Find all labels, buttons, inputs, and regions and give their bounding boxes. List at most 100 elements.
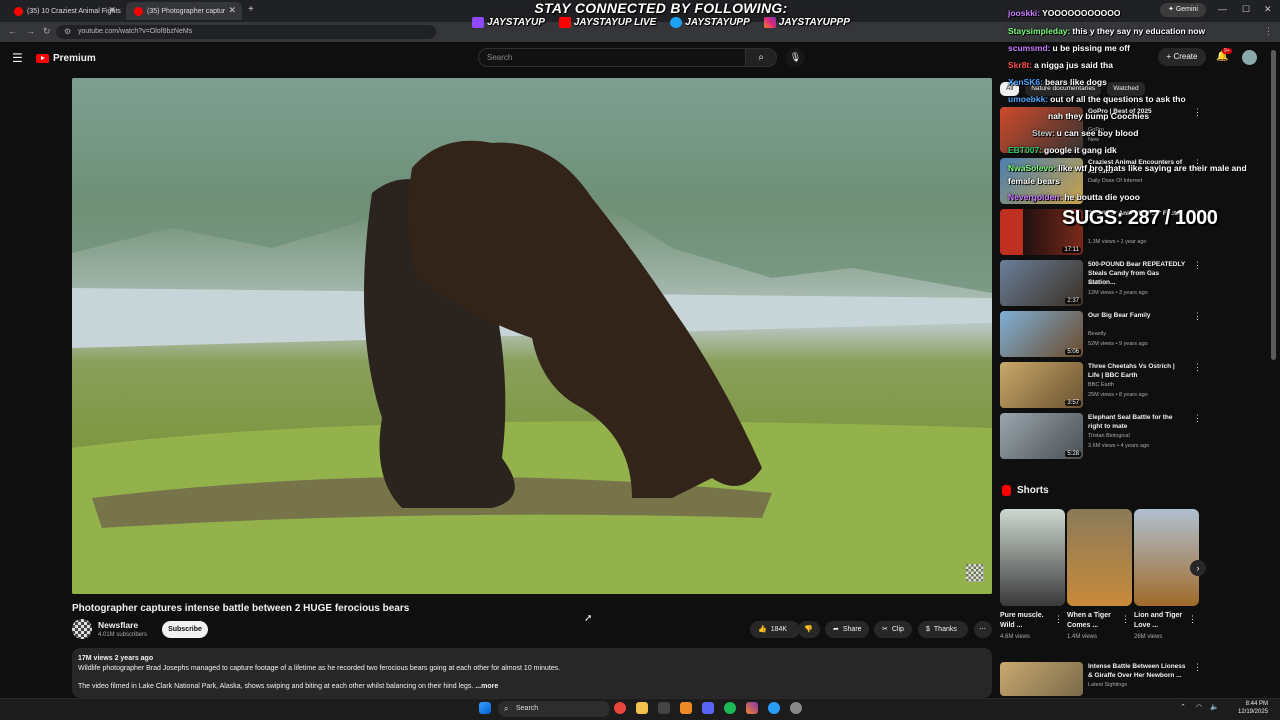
twitter-handle: JAYSTAYUPP	[670, 17, 750, 28]
windows-start-icon[interactable]	[479, 702, 491, 714]
taskbar-search[interactable]: ⌕ Search	[498, 701, 610, 717]
voice-search-button[interactable]: 🎙	[786, 48, 805, 67]
duration-badge: 17:11	[1062, 247, 1081, 253]
url-field[interactable]: ⚙ youtube.com/watch?v=Olof8bzNeMs	[56, 25, 436, 39]
sugs-counter: SUGS: 287 / 1000	[1062, 207, 1218, 229]
channel-name[interactable]: Newsflare	[98, 620, 138, 630]
short-title: When a Tiger Comes ...	[1067, 612, 1111, 629]
video-player[interactable]	[72, 78, 992, 594]
reload-icon[interactable]: ↻	[43, 26, 51, 37]
settings-icon[interactable]	[790, 702, 802, 714]
chat-message: scumsmd: u be pissing me off	[1008, 43, 1130, 53]
more-vertical-icon[interactable]: ⋮	[1193, 311, 1202, 322]
subscribe-button[interactable]: Subscribe	[162, 621, 208, 638]
video-thumbnail: 2:37	[1000, 260, 1083, 306]
browser-menu-icon[interactable]: ⋮	[1264, 26, 1273, 37]
chat-message: umoebkk: out of all the questions to ask …	[1008, 94, 1186, 104]
like-button[interactable]: 👍 184K	[750, 621, 800, 638]
page-scrollbar[interactable]	[1271, 50, 1276, 360]
more-actions-button[interactable]: ⋯	[974, 621, 992, 638]
more-vertical-icon[interactable]: ⋮	[1193, 260, 1202, 271]
recommended-video[interactable]: 5:06 Our Big Bear Family Beastly 52M vie…	[1000, 311, 1202, 357]
more-vertical-icon[interactable]: ⋮	[1193, 662, 1202, 673]
scissors-icon: ✂	[882, 626, 888, 633]
file-explorer-icon[interactable]	[636, 702, 648, 714]
short-views: 4.6M views	[1000, 634, 1031, 640]
thanks-button[interactable]: $ Thanks	[918, 621, 968, 638]
search-button[interactable]: ⌕	[745, 48, 777, 67]
recommended-video[interactable]: Intense Battle Between Lioness & Giraffe…	[1000, 662, 1202, 696]
short-views: 1.4M views	[1067, 634, 1098, 640]
share-button[interactable]: ➦ Share	[825, 621, 869, 638]
chat-message: Staysimpleday: this y they say ny educati…	[1008, 26, 1206, 36]
twitter-icon	[670, 17, 683, 28]
chat-message: Skr8t: a nigga jus said tha	[1008, 60, 1113, 70]
shorts-next-chevron-icon[interactable]: ›	[1190, 560, 1206, 576]
volume-icon[interactable]: 🔈	[1210, 703, 1219, 711]
chrome-taskbar-icon[interactable]	[614, 702, 626, 714]
channel-watermark-icon	[966, 564, 984, 582]
recommended-video[interactable]: 5:28 Elephant Seal Battle for the right …	[1000, 413, 1202, 459]
youtube-favicon-icon	[134, 6, 143, 16]
dislike-button[interactable]: 👎	[798, 621, 820, 638]
recommended-video[interactable]: 3:57 Three Cheetahs Vs Ostrich | Life | …	[1000, 362, 1202, 408]
account-avatar[interactable]	[1242, 50, 1257, 65]
system-clock[interactable]: 8:44 PM 12/19/2025	[1238, 700, 1268, 716]
description-line-2: The video filmed in Lake Clark National …	[78, 683, 474, 690]
rec-title: Three Cheetahs Vs Ostrich | Life | BBC E…	[1088, 363, 1175, 379]
rec-meta: 25M views • 8 years ago	[1088, 392, 1148, 398]
spotify-icon[interactable]	[724, 702, 736, 714]
stream-follow-banner: STAY CONNECTED BY FOLLOWING: JAYSTAYUP J…	[456, 0, 866, 36]
more-vertical-icon[interactable]: ⋮	[1121, 614, 1130, 625]
more-vertical-icon[interactable]: ⋮	[1193, 362, 1202, 373]
create-button[interactable]: + Create	[1158, 48, 1206, 66]
rec-title: 500-POUND Bear REPEATEDLY Steals Candy f…	[1088, 261, 1186, 286]
minimize-icon[interactable]: —	[1218, 4, 1227, 14]
rec-channel: Tristan Biological	[1088, 433, 1130, 439]
short-thumbnail[interactable]	[1134, 509, 1199, 606]
more-vertical-icon[interactable]: ⋮	[1193, 107, 1202, 118]
rec-channel: Beastly	[1088, 331, 1107, 337]
short-thumbnail[interactable]	[1067, 509, 1132, 606]
wifi-icon[interactable]: ◠	[1196, 703, 1202, 711]
youtube-handle: JAYSTAYUP LIVE	[558, 17, 656, 28]
twitch-icon	[472, 17, 485, 28]
tab-animal-fights[interactable]: (35) 10 Craziest Animal Fights ✕	[6, 2, 122, 20]
twitch-handle: JAYSTAYUP	[472, 17, 545, 28]
thumbs-up-icon: 👍	[758, 626, 767, 633]
search-input[interactable]: Search	[478, 48, 746, 67]
more-link[interactable]: ...more	[475, 683, 498, 690]
shorts-icon	[1002, 485, 1011, 496]
app-taskbar-icon[interactable]	[680, 702, 692, 714]
close-tab-icon[interactable]: ✕	[228, 5, 236, 16]
more-vertical-icon[interactable]: ⋮	[1188, 614, 1197, 625]
tab-photographer[interactable]: (35) Photographer captur ✕	[126, 2, 242, 20]
search-icon: ⌕	[504, 704, 509, 713]
new-tab-icon[interactable]: +	[248, 4, 254, 15]
chat-message: jooskki: YOOOOOOOOOOO	[1008, 8, 1121, 18]
youtube-logo[interactable]: Premium	[36, 53, 96, 64]
more-vertical-icon[interactable]: ⋮	[1054, 614, 1063, 625]
hamburger-menu-icon[interactable]: ☰	[12, 51, 23, 65]
video-description[interactable]: 17M views 2 years ago Wildlife photograp…	[72, 648, 992, 698]
youtube-favicon-icon	[14, 6, 23, 16]
back-icon[interactable]: ←	[8, 26, 17, 36]
maximize-icon[interactable]: ☐	[1242, 4, 1250, 15]
discord-icon[interactable]	[702, 702, 714, 714]
photos-icon[interactable]	[746, 702, 758, 714]
terminal-icon[interactable]	[658, 702, 670, 714]
forward-icon[interactable]: →	[26, 26, 35, 36]
site-info-icon[interactable]: ⚙	[64, 25, 71, 39]
system-tray-chevron-icon[interactable]: ⌃	[1180, 703, 1186, 711]
short-thumbnail[interactable]	[1000, 509, 1065, 606]
close-window-icon[interactable]: ✕	[1264, 4, 1272, 15]
gemini-button[interactable]: ✦ Gemini	[1160, 3, 1206, 17]
shorts-header: Shorts	[1002, 485, 1049, 496]
more-vertical-icon[interactable]: ⋮	[1193, 413, 1202, 424]
channel-avatar[interactable]	[72, 619, 92, 639]
recommended-video[interactable]: 2:37 500-POUND Bear REPEATEDLY Steals Ca…	[1000, 260, 1202, 306]
clip-button[interactable]: ✂ Clip	[874, 621, 912, 638]
edge-icon[interactable]	[768, 702, 780, 714]
close-tab-icon[interactable]: ✕	[108, 5, 116, 16]
rec-meta: 12M views • 3 years ago	[1088, 290, 1148, 296]
